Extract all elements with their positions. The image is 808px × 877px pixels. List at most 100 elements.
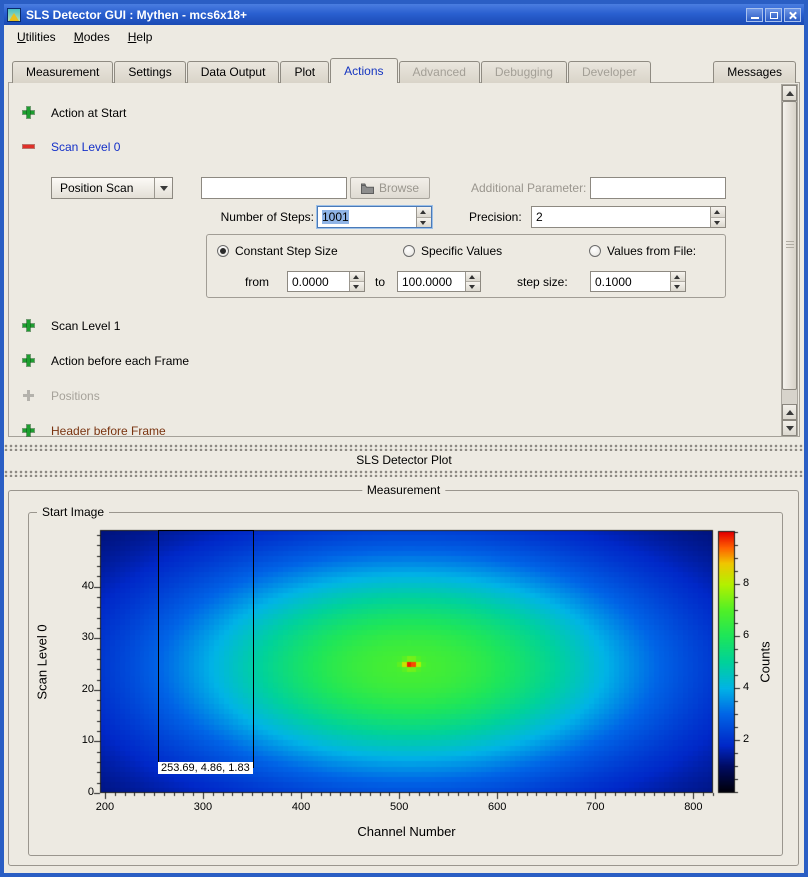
radio-label: Values from File: [607, 244, 696, 258]
splitter-handle-bottom[interactable] [4, 470, 804, 477]
additional-parameter-input[interactable] [590, 177, 726, 199]
tab-data-output[interactable]: Data Output [187, 61, 280, 83]
colorbar-tick-label: 2 [743, 733, 767, 745]
precision-spinbox[interactable]: 2 [531, 206, 726, 228]
step-size-spinbox[interactable]: 0.1000 [590, 271, 686, 292]
spin-up-icon[interactable] [350, 272, 364, 282]
tab-plot[interactable]: Plot [280, 61, 329, 83]
radio-checked-icon[interactable] [217, 245, 229, 257]
radio-label: Constant Step Size [235, 244, 338, 258]
x-tick-label: 200 [88, 801, 122, 813]
scroll-up-button-2[interactable] [782, 404, 797, 420]
number-of-steps-spinbox[interactable]: 1001 [317, 206, 432, 228]
splitter-handle-top[interactable] [4, 444, 804, 451]
window-title: SLS Detector GUI : Mythen - mcs6x18+ [26, 8, 247, 22]
x-tick-label: 300 [186, 801, 220, 813]
menu-bar: Utilities Modes Help [4, 25, 804, 49]
menu-help[interactable]: Help [119, 27, 162, 47]
step-size-value: 0.1000 [595, 275, 632, 289]
spin-up-icon[interactable] [466, 272, 480, 282]
number-of-steps-label: Number of Steps: [179, 210, 314, 224]
spinner-buttons [416, 207, 431, 227]
to-label: to [375, 275, 385, 289]
spin-down-icon[interactable] [466, 282, 480, 291]
steps-value: 1001 [322, 210, 349, 224]
minimize-button[interactable] [746, 8, 763, 22]
radio-icon[interactable] [589, 245, 601, 257]
y-tick-label: 10 [54, 734, 94, 746]
spin-down-icon[interactable] [711, 218, 725, 228]
scroll-down-button[interactable] [782, 420, 797, 436]
tab-debugging: Debugging [481, 61, 567, 83]
collapse-minus-icon[interactable] [23, 141, 34, 152]
y-axis-title: Scan Level 0 [35, 624, 50, 699]
spin-up-icon[interactable] [417, 207, 431, 218]
zoom-selection-rect [158, 530, 254, 768]
colorbar-tick-label: 8 [743, 577, 767, 589]
x-tick-label: 600 [480, 801, 514, 813]
maximize-button[interactable] [765, 8, 782, 22]
spin-up-icon[interactable] [671, 272, 685, 282]
step-mode-groupbox: Constant Step Size Specific Values Value… [206, 234, 726, 298]
app-icon [7, 8, 21, 22]
start-image-groupbox: Start Image Channel Number Scan Level 0 … [28, 504, 783, 856]
expand-plus-disabled-icon [23, 390, 34, 401]
tab-messages[interactable]: Messages [713, 61, 796, 83]
scrollbar-thumb[interactable] [782, 101, 797, 390]
tab-bar: Measurement Settings Data Output Plot Ac… [12, 58, 796, 83]
tab-developer: Developer [568, 61, 651, 83]
colorbar-tick-label: 4 [743, 681, 767, 693]
y-tick-label: 0 [54, 786, 94, 798]
action-item-label: Header before Frame [51, 424, 166, 438]
scan-file-input[interactable] [201, 177, 347, 199]
main-window: SLS Detector GUI : Mythen - mcs6x18+ Uti… [0, 0, 808, 877]
spin-down-icon[interactable] [417, 218, 431, 228]
tab-actions[interactable]: Actions [330, 58, 397, 83]
scroll-up-button[interactable] [782, 85, 797, 101]
maximize-icon [770, 12, 778, 19]
close-button[interactable] [784, 8, 801, 22]
to-spinbox[interactable]: 100.0000 [397, 271, 481, 292]
tab-advanced: Advanced [399, 61, 480, 83]
scan-mode-select[interactable]: Position Scan [51, 177, 173, 199]
browse-label: Browse [379, 181, 419, 195]
radio-icon[interactable] [403, 245, 415, 257]
plot-dock-title[interactable]: SLS Detector Plot [4, 451, 804, 469]
expand-plus-icon[interactable] [23, 107, 34, 118]
scan-level-0-controls: Position Scan Browse Additional Paramete… [9, 177, 799, 307]
browse-button: Browse [350, 177, 430, 199]
cursor-position-tooltip: 253.69, 4.86, 1.83 [158, 762, 253, 774]
spinner-buttons [670, 272, 685, 291]
menu-utilities[interactable]: Utilities [8, 27, 65, 47]
precision-label: Precision: [469, 210, 522, 224]
from-value: 0.0000 [292, 275, 329, 289]
folder-search-icon [361, 183, 374, 194]
expand-plus-icon[interactable] [23, 425, 34, 436]
x-tick-label: 800 [676, 801, 710, 813]
spin-down-icon[interactable] [671, 282, 685, 291]
arrow-down-icon [786, 426, 794, 431]
action-item-label: Positions [51, 389, 100, 403]
chevron-down-icon[interactable] [154, 178, 172, 198]
measurement-group-title: Measurement [362, 483, 445, 497]
title-bar[interactable]: SLS Detector GUI : Mythen - mcs6x18+ [4, 4, 804, 25]
vertical-scrollbar[interactable] [781, 84, 798, 437]
spin-up-icon[interactable] [711, 207, 725, 218]
spinner-buttons [465, 272, 480, 291]
tab-measurement[interactable]: Measurement [12, 61, 113, 83]
y-tick-label: 20 [54, 683, 94, 695]
from-spinbox[interactable]: 0.0000 [287, 271, 365, 292]
action-item-label: Scan Level 0 [51, 140, 120, 154]
tab-settings[interactable]: Settings [114, 61, 185, 83]
menu-modes[interactable]: Modes [65, 27, 119, 47]
scan-mode-value: Position Scan [60, 181, 133, 195]
spin-down-icon[interactable] [350, 282, 364, 291]
x-tick-label: 400 [284, 801, 318, 813]
expand-plus-icon[interactable] [23, 355, 34, 366]
x-tick-label: 500 [382, 801, 416, 813]
expand-plus-icon[interactable] [23, 320, 34, 331]
colorbar-tick-label: 6 [743, 629, 767, 641]
spinner-buttons [349, 272, 364, 291]
step-size-label: step size: [517, 275, 568, 289]
additional-parameter-label: Additional Parameter: [471, 181, 586, 195]
